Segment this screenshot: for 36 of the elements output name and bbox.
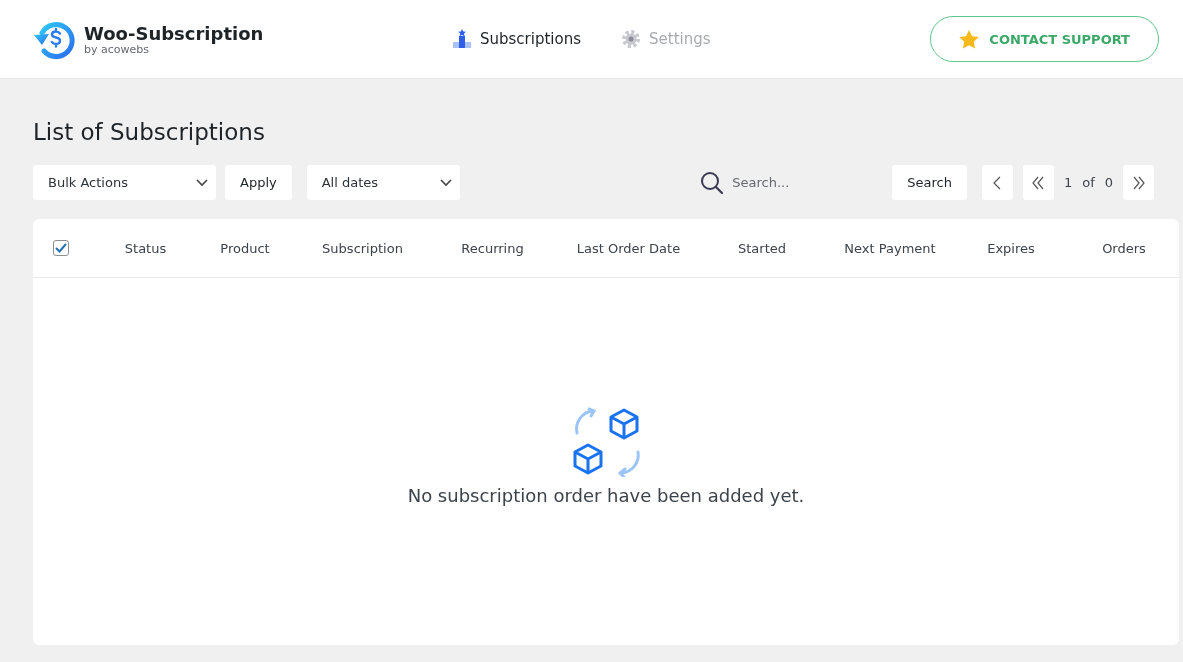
double-chevron-left-icon [1032, 175, 1045, 190]
first-page-button[interactable] [1022, 165, 1054, 200]
column-header: Product [220, 240, 270, 256]
gear-icon [621, 29, 641, 49]
column-header: Orders [1102, 240, 1146, 256]
chevron-down-icon [196, 178, 208, 187]
logo-icon [32, 19, 76, 59]
total-pages: 0 [1104, 175, 1113, 190]
column-header: Next Payment [844, 240, 936, 256]
search-button[interactable]: Search [892, 165, 967, 200]
search-icon [700, 170, 725, 195]
app-title: Woo-Subscription [84, 22, 264, 44]
podium-icon [452, 29, 472, 49]
column-header: Subscription [322, 240, 403, 256]
app-subtitle: by acowebs [84, 42, 149, 56]
column-header: Last Order Date [576, 240, 681, 256]
chevron-left-icon [993, 175, 1002, 190]
search-field[interactable]: Search... [730, 174, 885, 191]
select-all-checkbox[interactable] [53, 240, 69, 256]
bulk-actions-select[interactable]: Bulk Actions [33, 165, 216, 200]
boxes-exchange-icon [571, 407, 641, 477]
page-of-label: of [1082, 175, 1095, 190]
column-header: Started [738, 240, 786, 256]
column-header: Recurring [461, 240, 524, 256]
column-header: Expires [987, 240, 1035, 256]
apply-button[interactable]: Apply [225, 165, 292, 200]
double-chevron-right-icon [1132, 175, 1145, 190]
empty-state-message: No subscription order have been added yet. [407, 485, 805, 506]
star-icon [959, 29, 980, 49]
last-page-button[interactable] [1123, 165, 1154, 200]
date-filter-select[interactable]: All dates [306, 165, 460, 200]
nav-tab[interactable]: Subscriptions [452, 29, 581, 49]
chevron-down-icon [439, 178, 452, 187]
column-header: Status [124, 240, 167, 256]
page-title: List of Subscriptions [33, 119, 266, 145]
current-page: 1 [1063, 175, 1073, 190]
